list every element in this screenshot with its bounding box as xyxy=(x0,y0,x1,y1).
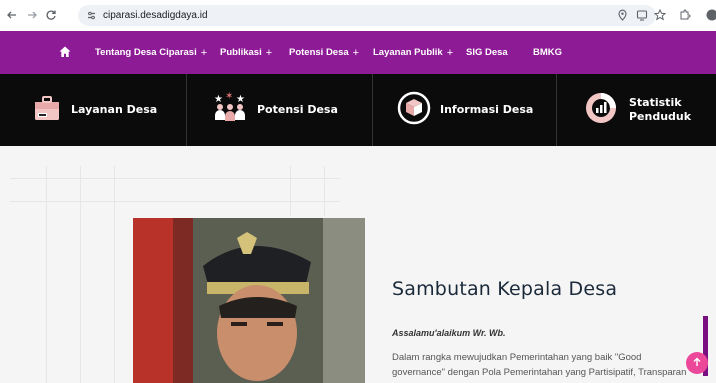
nav-tentang-desa[interactable]: Tentang Desa Ciparasi + xyxy=(95,31,207,74)
nav-sig-desa[interactable]: SIG Desa xyxy=(466,31,508,74)
browser-toolbar: ciparasi.desadigdaya.id xyxy=(0,0,716,31)
paragraph-line: governance" dengan Pola Pemerintahan yan… xyxy=(392,367,687,378)
grid-decoration xyxy=(46,166,47,383)
url-text[interactable]: ciparasi.desadigdaya.id xyxy=(103,10,208,21)
nav-bmkg[interactable]: BMKG xyxy=(533,31,562,74)
home-icon[interactable] xyxy=(58,44,74,60)
address-bar[interactable]: ciparasi.desadigdaya.id xyxy=(78,5,656,26)
greeting-text: Assalamu'alaikum Wr. Wb. xyxy=(392,328,506,338)
service-layanan-desa[interactable]: Layanan Desa xyxy=(32,74,157,146)
cast-icon[interactable] xyxy=(634,7,650,23)
service-label: Layanan Desa xyxy=(71,103,158,116)
grid-decoration xyxy=(80,166,81,383)
welcome-paragraph: Dalam rangka mewujudkan Pemerintahan yan… xyxy=(392,350,704,380)
profile-avatar-icon[interactable] xyxy=(704,7,716,23)
nav-label: Layanan Publik xyxy=(373,47,443,58)
paragraph-line: Dalam rangka mewujudkan Pemerintahan yan… xyxy=(392,352,642,363)
chart-icon xyxy=(584,91,618,129)
box-icon xyxy=(397,91,431,129)
people-stars-icon: ★ ✶ ★ xyxy=(212,90,248,130)
scroll-to-top-button[interactable] xyxy=(686,352,708,374)
grid-decoration xyxy=(324,166,325,216)
divider xyxy=(556,74,557,146)
expand-plus-icon: + xyxy=(265,46,273,59)
forward-icon[interactable] xyxy=(24,7,40,23)
grid-decoration xyxy=(290,166,291,216)
svg-text:✶: ✶ xyxy=(225,91,233,102)
reload-icon[interactable] xyxy=(43,7,59,23)
service-label: Informasi Desa xyxy=(440,103,534,116)
nav-publikasi[interactable]: Publikasi + xyxy=(220,31,272,74)
divider xyxy=(372,74,373,146)
divider xyxy=(186,74,187,146)
service-bar: Layanan Desa ★ ✶ ★ Potensi Desa Informas… xyxy=(0,74,716,146)
grid-decoration xyxy=(114,166,115,383)
village-head-photo xyxy=(133,218,365,383)
nav-potensi-desa[interactable]: Potensi Desa + xyxy=(289,31,359,74)
location-icon[interactable] xyxy=(614,7,630,23)
nav-label: Potensi Desa xyxy=(289,47,349,58)
service-label: Statistik Penduduk xyxy=(629,96,692,123)
service-potensi-desa[interactable]: ★ ✶ ★ Potensi Desa xyxy=(212,74,338,146)
service-label: Potensi Desa xyxy=(257,103,338,116)
nav-label: BMKG xyxy=(533,47,563,58)
expand-plus-icon: + xyxy=(446,46,454,59)
extensions-icon[interactable] xyxy=(677,7,693,23)
back-icon[interactable] xyxy=(4,7,20,23)
expand-plus-icon: + xyxy=(352,46,360,59)
arrow-up-icon xyxy=(692,357,702,370)
bookmark-star-icon[interactable] xyxy=(652,7,668,23)
expand-plus-icon: + xyxy=(200,46,208,59)
nav-label: Tentang Desa Ciparasi xyxy=(95,47,197,58)
svg-text:★: ★ xyxy=(236,94,245,105)
section-title: Sambutan Kepala Desa xyxy=(392,278,618,300)
main-navigation: Tentang Desa Ciparasi + Publikasi + Pote… xyxy=(0,31,716,74)
svg-text:★: ★ xyxy=(214,94,223,105)
nav-layanan-publik[interactable]: Layanan Publik + xyxy=(373,31,453,74)
nav-label: SIG Desa xyxy=(466,47,508,58)
briefcase-icon xyxy=(32,93,62,127)
welcome-section: Sambutan Kepala Desa Assalamu'alaikum Wr… xyxy=(0,146,716,383)
service-informasi-desa[interactable]: Informasi Desa xyxy=(397,74,533,146)
site-info-icon[interactable] xyxy=(86,6,97,25)
nav-label: Publikasi xyxy=(220,47,262,58)
service-statistik-penduduk[interactable]: Statistik Penduduk xyxy=(584,74,692,146)
